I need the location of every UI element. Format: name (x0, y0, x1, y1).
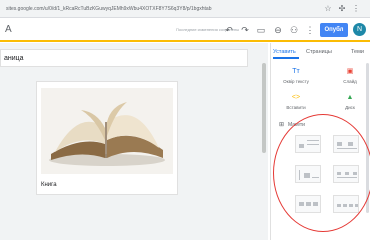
browser-window: sites.google.com/u/0/d/1_kRcaRcTuBzKGuwy… (0, 0, 370, 240)
avatar[interactable]: N (353, 23, 366, 36)
undo-icon[interactable]: ↶ (222, 23, 236, 37)
extension-icon[interactable]: ✣ (336, 3, 348, 15)
more-options-icon[interactable]: ⋮ (303, 23, 317, 37)
page-canvas: аница Книга (0, 43, 268, 240)
tab-themes[interactable]: Теми (351, 47, 364, 57)
image-icon: ▣ (346, 68, 354, 75)
tab-insert[interactable]: Уставить (273, 47, 296, 57)
embed-icon: <> (291, 94, 301, 101)
insert-drive-button[interactable]: ▲ Диск (333, 93, 367, 115)
page-title-box[interactable]: аница (0, 49, 248, 67)
page-title: аница (4, 55, 24, 62)
insert-text-box-button[interactable]: Tт Оквір тексту (279, 67, 313, 89)
tool-label: Оквір тексту (283, 79, 309, 84)
link-icon[interactable]: ⊖ (271, 23, 285, 37)
text-box-icon: Tт (292, 68, 300, 75)
share-icon[interactable]: ⚇ (287, 23, 301, 37)
redo-icon[interactable]: ↷ (238, 23, 252, 37)
image-caption: Книга (41, 182, 57, 188)
layouts-icon: ⊞ (279, 122, 285, 128)
site-name[interactable]: A (5, 24, 12, 36)
canvas-scrollbar[interactable] (262, 63, 266, 153)
tab-pages[interactable]: Страницы (306, 47, 332, 57)
publish-button[interactable]: Опубл (320, 23, 348, 37)
insert-embed-button[interactable]: <> Вставити (279, 93, 313, 115)
image-block[interactable]: Книга (36, 81, 178, 195)
annotation-circle (273, 114, 370, 232)
drive-icon: ▲ (346, 94, 354, 101)
insert-images-button[interactable]: ▣ Слайд (333, 67, 367, 89)
tool-label: Вставити (286, 105, 306, 110)
editor-toolbar: A Последние изменения сохранены ↶ ↷ ▭ ⊖ … (0, 18, 370, 42)
browser-url-bar: sites.google.com/u/0/d/1_kRcaRcTuBzKGuwy… (0, 0, 370, 18)
tool-label: Слайд (343, 79, 357, 84)
book-image (41, 88, 173, 174)
address-field[interactable]: sites.google.com/u/0/d/1_kRcaRcTuBzKGuwy… (6, 4, 306, 15)
preview-icon[interactable]: ▭ (254, 23, 268, 37)
active-tab-indicator (273, 57, 299, 59)
tool-label: Диск (345, 105, 355, 110)
star-icon[interactable]: ☆ (322, 3, 334, 15)
browser-menu-icon[interactable]: ⋮ (350, 3, 362, 15)
